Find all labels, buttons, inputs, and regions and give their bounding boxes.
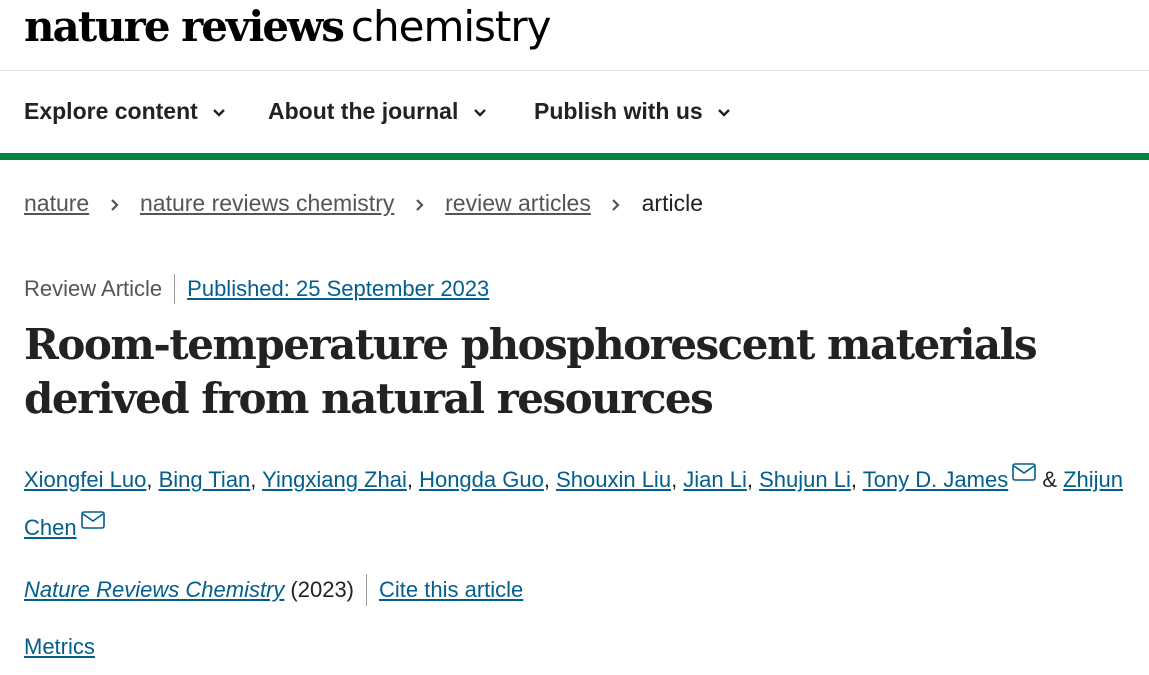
author-link[interactable]: Xiongfei Luo [24, 467, 146, 492]
logo-brand: nature reviews [24, 2, 345, 51]
chevron-right-icon [415, 199, 424, 211]
masthead: nature reviews chemistry [0, 0, 1149, 71]
chevron-down-icon [213, 109, 226, 117]
author-link[interactable]: Bing Tian [159, 467, 251, 492]
breadcrumb: nature nature reviews chemistry review a… [24, 190, 703, 217]
article-type: Review Article [24, 274, 176, 304]
chevron-down-icon [718, 109, 730, 117]
nav-label: Publish with us [534, 98, 703, 124]
logo-journal: chemistry [350, 2, 552, 51]
author-link[interactable]: Hongda Guo [419, 467, 544, 492]
citation-line: Nature Reviews Chemistry (2023) Cite thi… [24, 574, 523, 606]
nav-about-journal[interactable]: About the journal [268, 98, 487, 125]
metrics-link[interactable]: Metrics [24, 634, 95, 660]
mail-icon[interactable] [1012, 463, 1037, 481]
journal-name-link[interactable]: Nature Reviews Chemistry [24, 577, 284, 603]
breadcrumb-current: article [641, 190, 703, 216]
author-link[interactable]: Shujun Li [759, 467, 851, 492]
cite-this-article-link[interactable]: Cite this article [379, 577, 523, 603]
nav-explore-content[interactable]: Explore content [24, 98, 226, 125]
breadcrumb-nature-reviews-chemistry[interactable]: nature reviews chemistry [140, 190, 394, 216]
chevron-down-icon [473, 109, 486, 117]
mail-icon[interactable] [80, 511, 105, 529]
breadcrumb-nature[interactable]: nature [24, 190, 89, 216]
nav-label: Explore content [24, 98, 198, 124]
author-link[interactable]: Shouxin Liu [556, 467, 671, 492]
article-title: Room-temperature phosphorescent material… [24, 320, 1038, 423]
nav-publish-with-us[interactable]: Publish with us [534, 98, 731, 125]
main-navigation: Explore content About the journal Publis… [0, 71, 1149, 160]
author-link[interactable]: Yingxiang Zhai [262, 467, 407, 492]
author-link[interactable]: Tony D. James [863, 467, 1009, 492]
chevron-right-icon [110, 199, 119, 211]
chevron-right-icon [612, 199, 620, 211]
published-date-link[interactable]: Published: 25 September 2023 [187, 274, 489, 304]
breadcrumb-review-articles[interactable]: review articles [445, 190, 591, 216]
journal-logo[interactable]: nature reviews chemistry [24, 2, 551, 51]
publication-year: (2023) [290, 574, 367, 606]
nav-label: About the journal [268, 98, 459, 124]
author-list: Xiongfei Luo, Bing Tian, Yingxiang Zhai,… [24, 456, 1134, 552]
author-link[interactable]: Jian Li [683, 467, 747, 492]
article-meta: Review Article Published: 25 September 2… [24, 274, 489, 304]
